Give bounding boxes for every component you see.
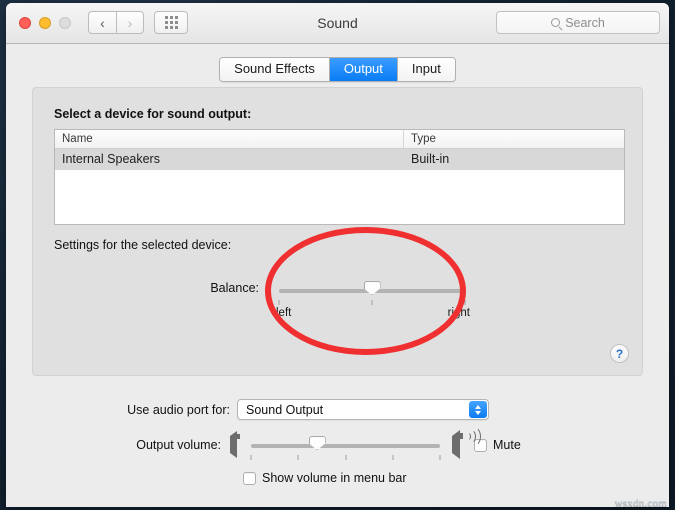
audio-port-row: Use audio port for: Sound Output (6, 399, 669, 420)
help-button[interactable]: ? (610, 344, 629, 363)
column-header-name[interactable]: Name (55, 130, 404, 148)
mute-checkbox-group[interactable]: Mute (474, 438, 521, 452)
search-input[interactable]: Search (496, 11, 660, 34)
audio-port-value: Sound Output (246, 402, 324, 417)
device-list-heading: Select a device for sound output: (54, 107, 252, 121)
balance-label: Balance: (210, 281, 259, 295)
watermark: wsxdn.com (614, 497, 667, 509)
output-volume-row: Output volume: Mute (6, 425, 669, 460)
show-volume-row: Show volume in menu bar (243, 471, 407, 485)
show-volume-checkbox[interactable] (243, 471, 256, 485)
device-type-cell: Built-in (411, 152, 450, 166)
tab-sound-effects[interactable]: Sound Effects (220, 58, 330, 81)
tab-output[interactable]: Output (329, 58, 398, 81)
balance-slider[interactable]: left right (276, 281, 470, 319)
table-row[interactable]: Internal Speakers Built-in (55, 149, 624, 170)
show-volume-checkbox-group[interactable]: Show volume in menu bar (243, 471, 407, 485)
audio-port-label: Use audio port for: (127, 402, 230, 417)
output-settings-panel: Select a device for sound output: Name T… (32, 87, 643, 376)
column-header-type[interactable]: Type (404, 130, 624, 148)
device-name-cell: Internal Speakers (62, 152, 160, 166)
output-volume-slider[interactable] (250, 436, 441, 460)
table-header-row: Name Type (55, 130, 624, 149)
balance-right-label: right (447, 307, 470, 319)
speaker-low-icon (230, 431, 237, 458)
tab-input[interactable]: Input (397, 58, 455, 81)
settings-heading: Settings for the selected device: (54, 238, 232, 252)
speaker-high-icon (452, 425, 481, 459)
tab-bar: Sound Effects Output Input (6, 57, 669, 82)
search-icon (551, 18, 561, 27)
volume-slider-track[interactable] (251, 444, 440, 448)
show-volume-label: Show volume in menu bar (262, 471, 407, 485)
mute-label: Mute (493, 438, 521, 452)
output-volume-label: Output volume: (136, 438, 221, 452)
chevron-up-down-icon[interactable] (469, 401, 487, 418)
device-table[interactable]: Name Type Internal Speakers Built-in (54, 129, 625, 225)
sound-preferences-window: ‹ › Sound Search Sound Effects Output In… (6, 3, 669, 507)
audio-port-select[interactable]: Sound Output (237, 399, 489, 420)
volume-slider-ticks (250, 455, 441, 460)
balance-slider-ticks (278, 300, 466, 305)
window-titlebar: ‹ › Sound Search (6, 3, 669, 44)
search-placeholder: Search (565, 15, 605, 30)
balance-left-label: left (276, 307, 292, 319)
